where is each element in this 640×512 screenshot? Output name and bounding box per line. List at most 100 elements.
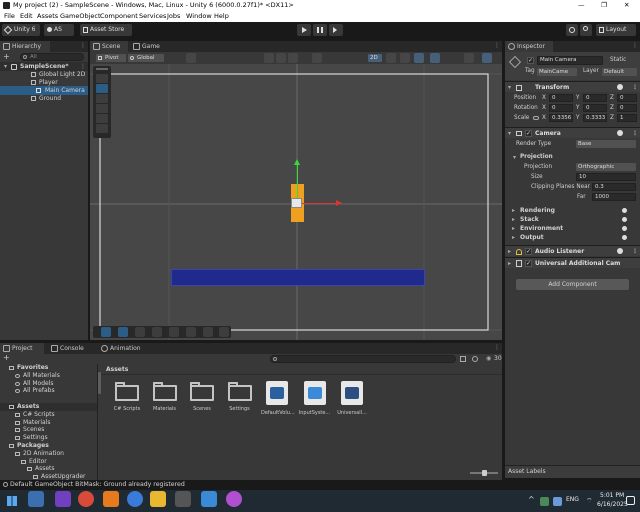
asset-item[interactable]: C# Scripts (111, 381, 143, 412)
custom-tool-icon[interactable] (96, 124, 108, 133)
project-tree-item[interactable]: Materials (0, 419, 97, 427)
menu-assets[interactable]: Assets (37, 12, 58, 20)
close-button[interactable]: ✕ (624, 1, 629, 9)
figma-icon[interactable] (226, 491, 242, 507)
tray-onedrive-icon[interactable] (553, 497, 562, 506)
visibility-count-icon[interactable]: ◉ (486, 355, 491, 362)
project-tree-item[interactable]: 2D Animation (0, 450, 97, 458)
filter-label-icon[interactable] (472, 356, 478, 362)
account-button[interactable]: Unity 6 (2, 24, 40, 36)
scale-x-field[interactable]: 0.3356 (549, 114, 573, 122)
scale-y-field[interactable]: 0.3333 (583, 114, 607, 122)
expand-arrow-icon[interactable]: ▸ (508, 258, 511, 269)
hierarchy-search-input[interactable]: All (20, 53, 84, 61)
tab-inspector[interactable]: Inspector (505, 41, 553, 52)
projection-dropdown[interactable]: Orthographic (576, 163, 636, 171)
2d-toggle[interactable]: 2D (368, 54, 382, 62)
help-icon[interactable] (622, 226, 627, 231)
notification-icon[interactable] (626, 496, 635, 505)
user-button[interactable]: AS (44, 24, 74, 36)
menu-file[interactable]: File (4, 12, 15, 20)
status-message[interactable]: Default GameObject BitMask: Ground alrea… (10, 481, 185, 488)
scale-tool-icon[interactable] (96, 104, 108, 113)
menu-window[interactable]: Window (186, 12, 212, 20)
environment-section[interactable]: ▸ Environment (512, 224, 637, 233)
search-app-icon[interactable] (103, 491, 119, 507)
clock-date[interactable]: 6/16/2025 (597, 501, 628, 508)
tile-grid-icon[interactable] (135, 327, 145, 337)
static-label[interactable]: Static (610, 57, 626, 63)
tab-animation[interactable]: Animation (98, 343, 150, 354)
tile-move-alt-icon[interactable] (118, 327, 128, 337)
unity-taskbar-icon[interactable] (175, 491, 191, 507)
asset-item[interactable]: Materials (149, 381, 181, 412)
render-type-dropdown[interactable]: Base (576, 140, 636, 148)
expand-arrow-icon[interactable]: ▾ (508, 128, 511, 139)
asset-item[interactable]: Universall... (336, 381, 368, 416)
asset-item[interactable]: DefaultVolu... (261, 381, 295, 416)
clock-time[interactable]: 5:01 PM (600, 492, 624, 499)
panel-menu-icon[interactable]: ⋮ (632, 42, 638, 49)
add-icon[interactable]: + (3, 52, 10, 61)
rendering-section[interactable]: ▸ Rendering (512, 206, 637, 215)
tile-search-icon[interactable] (203, 327, 213, 337)
project-tree-item[interactable]: Favorites (0, 364, 97, 372)
windows-start-icon[interactable] (7, 496, 17, 506)
output-section[interactable]: ▸ Output (512, 233, 637, 242)
wireframe-icon[interactable] (288, 53, 298, 63)
move-tool-icon[interactable] (96, 84, 108, 93)
help-icon[interactable] (617, 130, 623, 136)
menu-help[interactable]: Help (214, 12, 229, 20)
link-icon[interactable] (533, 116, 539, 120)
tray-chevron-icon[interactable]: ^ (528, 495, 535, 504)
weather-icon[interactable] (28, 491, 44, 507)
expand-arrow-icon[interactable]: ▾ (513, 154, 516, 161)
wifi-icon[interactable]: ⌔ (586, 497, 593, 506)
move-gizmo-x-axis[interactable] (297, 203, 337, 204)
history-button[interactable] (566, 24, 578, 36)
grid-toggle-icon[interactable] (186, 53, 196, 63)
stack-section[interactable]: ▸ Stack (512, 215, 637, 224)
scale-z-field[interactable]: 1 (617, 114, 637, 122)
hierarchy-item-ground[interactable]: Ground (0, 94, 88, 103)
project-tree-item[interactable]: Editor (0, 458, 97, 466)
project-tree-item[interactable]: All Models (0, 380, 97, 388)
project-tree-item[interactable]: Packages (0, 442, 97, 450)
project-tree-item[interactable]: Scenes (0, 426, 97, 434)
project-tree-item[interactable]: All Materials (0, 372, 97, 380)
camera-enabled-checkbox[interactable]: ✓ (525, 130, 532, 137)
unity-hub-icon[interactable] (201, 491, 217, 507)
pivot-dropdown[interactable]: Pivot (96, 54, 126, 62)
audio-listener-header[interactable]: ▸ ✓ Audio Listener ⋮ (505, 245, 640, 256)
visibility-icon[interactable] (430, 53, 440, 63)
far-field[interactable]: 1000 (592, 193, 636, 201)
asset-store-button[interactable]: Asset Store (80, 24, 132, 36)
tile-flip-icon[interactable] (219, 327, 229, 337)
lit-sphere-icon[interactable] (276, 53, 286, 63)
search-button[interactable] (580, 24, 592, 36)
global-dropdown[interactable]: Global (128, 54, 164, 62)
component-menu-icon[interactable]: ⋮ (632, 82, 638, 93)
position-x-field[interactable]: 0 (549, 94, 573, 102)
audio-enabled-checkbox[interactable]: ✓ (525, 248, 532, 255)
gizmos-icon[interactable] (482, 53, 492, 63)
help-icon[interactable] (622, 235, 627, 240)
panel-menu-icon[interactable]: ⋮ (494, 344, 500, 351)
effects-icon[interactable] (414, 53, 424, 63)
move-gizmo-x-arrow-icon[interactable] (336, 200, 342, 206)
tile-color-icon[interactable] (169, 327, 179, 337)
camera-header[interactable]: ▾ ✓ Camera ⋮ (505, 127, 640, 138)
browser-icon[interactable] (127, 491, 143, 507)
project-search-input[interactable] (270, 355, 456, 363)
size-field[interactable]: 10 (576, 173, 636, 181)
project-tree-item[interactable]: Settings (0, 434, 97, 442)
project-tree-item[interactable]: All Prefabs (0, 387, 97, 395)
help-icon[interactable] (622, 208, 627, 213)
rotate-tool-icon[interactable] (96, 94, 108, 103)
slider-thumb[interactable] (482, 470, 487, 476)
minimize-button[interactable]: — (578, 1, 585, 9)
play-button[interactable] (297, 24, 311, 36)
project-tree-item[interactable]: Assets (0, 403, 97, 411)
menu-jobs[interactable]: Jobs (167, 12, 180, 20)
thumbnail-size-slider[interactable] (470, 470, 498, 476)
